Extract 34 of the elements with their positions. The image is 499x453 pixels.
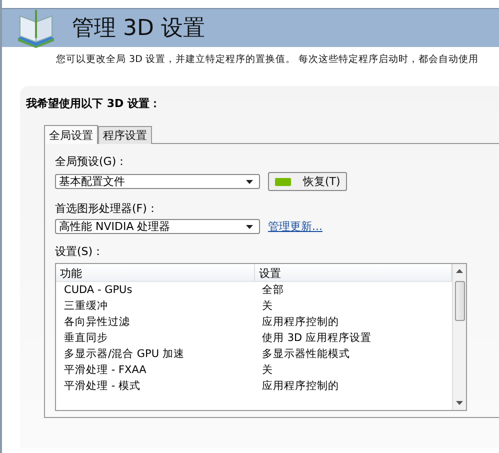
scroll-down-icon[interactable] bbox=[456, 401, 463, 405]
description-text: 您可以更改全局 3D 设置，并建立特定程序的置换值。 每次这些特定程序启动时，都会自动使用 bbox=[56, 53, 480, 66]
table-cell-text: 应用程序控制的 bbox=[261, 315, 340, 329]
tab[interactable]: 程序设置 bbox=[98, 126, 152, 144]
scroll-up-icon[interactable] bbox=[456, 269, 463, 273]
table-cell-text: 关 bbox=[261, 299, 274, 313]
section-heading: 我希望使用以下 3D 设置： bbox=[26, 96, 162, 111]
processor-dropdown[interactable]: 高性能 NVIDIA 处理器 bbox=[55, 219, 260, 234]
table-cell-text: 多显示器性能模式 bbox=[261, 347, 351, 361]
field-label: 全局预设(G)： bbox=[55, 154, 128, 169]
scrollbar[interactable] bbox=[452, 264, 466, 410]
field-label: 设置(S)： bbox=[55, 244, 105, 259]
page-title: 管理 3D 设置 bbox=[72, 15, 205, 43]
field-label: 首选图形处理器(F)： bbox=[55, 201, 159, 216]
tab[interactable]: 全局设置 bbox=[44, 125, 98, 144]
dropdown-arrow-icon bbox=[246, 224, 253, 228]
table-cell-text: 全部 bbox=[261, 283, 285, 297]
table-cell-text: 垂直同步 bbox=[63, 331, 109, 345]
table-cell-text: 三重缓冲 bbox=[63, 299, 109, 313]
manage-updates-link[interactable]: 管理更新... bbox=[268, 219, 322, 234]
restore-button[interactable]: 恢复(T) bbox=[268, 172, 348, 191]
preset-dropdown[interactable]: 基本配置文件 bbox=[55, 174, 260, 189]
table-cell-text: 平滑处理 - FXAA bbox=[63, 363, 148, 377]
table-cell-text: 关 bbox=[261, 363, 274, 377]
table-cell-text: 应用程序控制的 bbox=[261, 379, 340, 393]
table-cell-text: 使用 3D 应用程序设置 bbox=[261, 331, 372, 345]
table-cell-text: 平滑处理 - 模式 bbox=[63, 379, 142, 393]
dropdown-arrow-icon bbox=[246, 180, 253, 184]
column-header[interactable]: 功能 bbox=[56, 264, 255, 281]
table-cell-text: 各向异性过滤 bbox=[63, 315, 131, 329]
table-cell-text: 多显示器/混合 GPU 加速 bbox=[63, 347, 186, 361]
table-cell-text: CUDA - GPUs bbox=[63, 284, 134, 296]
logo-icon bbox=[275, 178, 291, 186]
scrollbar-thumb[interactable] bbox=[454, 281, 464, 321]
